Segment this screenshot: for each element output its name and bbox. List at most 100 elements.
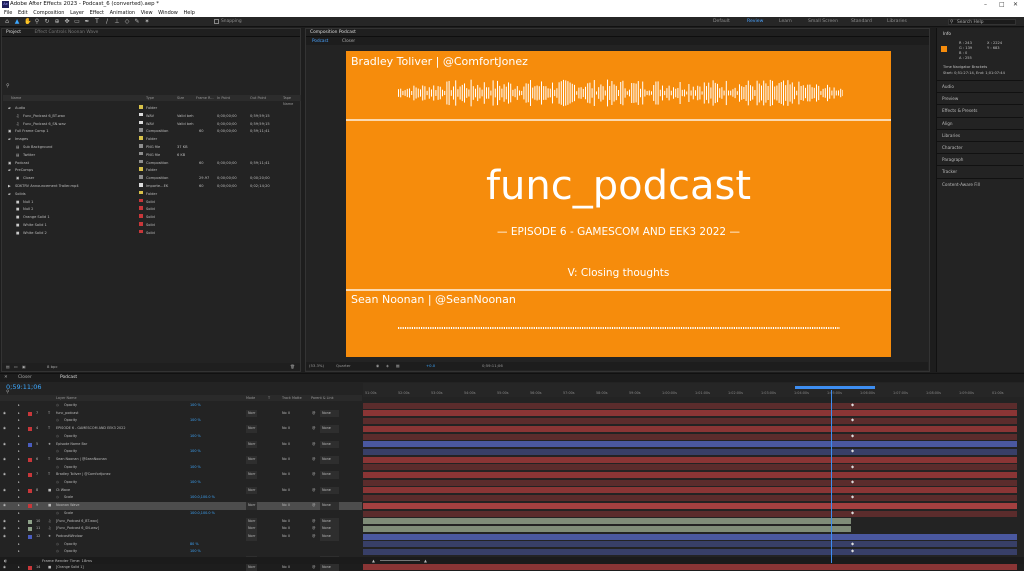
layer-row[interactable]: ◉▸9■Noonan WaveNorrNo II@None [0,502,362,510]
delete-icon[interactable]: 🗑 [290,363,295,371]
layer-label-color[interactable] [28,489,32,493]
layer-name[interactable]: PodcastWindow [56,533,83,541]
visibility-eye-icon[interactable]: ◉ [3,441,6,449]
twirl-arrow-icon[interactable]: ▸ [18,433,20,441]
twirl-arrow-icon[interactable]: ▸ [18,441,20,449]
timeline-track[interactable] [363,564,1017,571]
layer-row[interactable]: ▸◷Opacity100 % [0,479,362,487]
label-color-swatch[interactable] [139,105,143,109]
layer-duration-bar[interactable] [363,426,1017,432]
workspace-libraries[interactable]: Libraries [887,17,907,27]
layer-row[interactable]: ▸◷Opacity100 % [0,417,362,425]
blend-mode-dropdown[interactable]: Norr [246,487,257,495]
visibility-eye-icon[interactable]: ◉ [3,502,6,510]
menu-effect[interactable]: Effect [90,10,104,16]
visibility-eye-icon[interactable]: ◉ [3,525,6,533]
rectangle-tool-icon[interactable]: ▭ [74,19,80,25]
right-panel-preview[interactable]: Preview [937,92,1023,104]
project-search-icon[interactable]: ⚲ [6,83,66,90]
keyframe-icon[interactable]: ◆ [851,510,854,515]
twirl-arrow-icon[interactable]: ▸ [18,402,20,410]
project-item[interactable]: ▰ImagesFolder [3,136,301,144]
layer-name[interactable]: Sean Noonan | @SeanNoonan [56,456,107,464]
property-value[interactable]: 100 % [190,433,201,441]
close-tab-icon[interactable]: ✕ [4,374,8,382]
pickwhip-icon[interactable]: @ [312,487,315,495]
layer-row[interactable]: ▸◷Opacity100 % [0,402,362,410]
new-folder-icon[interactable]: ▭ [14,363,18,371]
timeline-track[interactable]: ◆ [363,417,1017,425]
col-name[interactable]: Name [11,95,21,101]
pickwhip-icon[interactable]: @ [312,502,315,510]
twirl-arrow-icon[interactable]: ▸ [18,425,20,433]
project-item[interactable]: ■Null 2Solid [3,206,301,214]
layer-row[interactable]: ▸◷Opacity100 % [0,464,362,472]
layer-duration-bar[interactable] [363,503,1017,509]
layer-row[interactable]: ◉▸5★Episode Name BarNorrNo II@None [0,441,362,449]
stopwatch-icon[interactable]: ◷ [56,464,59,472]
project-item[interactable]: ■White Solid 2Solid [3,230,301,238]
menu-composition[interactable]: Composition [33,10,64,16]
selection-tool-icon[interactable]: ▲ [14,19,20,25]
layer-row[interactable]: ◉▸4TEPISODE 6 - GAMESCOM AND EEK3 2022No… [0,425,362,433]
eraser-tool-icon[interactable]: ◇ [124,19,130,25]
camera-tool-icon[interactable]: ⊕ [54,19,60,25]
snapping-checkbox[interactable] [214,19,219,24]
layer-label-color[interactable] [28,535,32,539]
layer-name[interactable]: Episode Name Bar [56,441,87,449]
menu-window[interactable]: Window [158,10,178,16]
layer-duration-bar[interactable] [363,472,1017,478]
stopwatch-icon[interactable]: ◷ [56,417,59,425]
visibility-eye-icon[interactable]: ◉ [3,518,6,526]
blend-mode-dropdown[interactable]: Norr [246,518,257,526]
clone-stamp-tool-icon[interactable]: ⊥ [114,19,120,25]
track-matte-dropdown[interactable]: No II [282,441,290,449]
new-comp-icon[interactable]: ▣ [22,363,26,371]
blend-mode-dropdown[interactable]: Norr [246,425,257,433]
col-track-matte[interactable]: Track Matte [282,395,302,401]
brush-tool-icon[interactable]: / [104,19,110,25]
label-color-swatch[interactable] [139,222,143,226]
project-item[interactable]: ■Null 1Solid [3,199,301,207]
pen-tool-icon[interactable]: ✒ [84,19,90,25]
track-matte-dropdown[interactable]: No II [282,525,290,533]
timeline-track[interactable]: ◆ [363,479,1017,487]
menu-edit[interactable]: Edit [18,10,28,16]
bpc-label[interactable]: 8 bpc [47,363,58,371]
layer-name[interactable]: [Func_Podcast 6_BT.wav] [56,518,98,526]
track-matte-dropdown[interactable]: No II [282,471,290,479]
rotate-tool-icon[interactable]: ↻ [44,19,50,25]
stopwatch-icon[interactable]: ◷ [56,402,59,410]
keyframe-icon[interactable]: ◆ [851,402,854,407]
keyframe-icon[interactable]: ◆ [851,548,854,553]
hand-tool-icon[interactable]: ✋ [24,19,30,25]
keyframe-icon[interactable]: ◆ [851,417,854,422]
stopwatch-icon[interactable]: ◷ [56,479,59,487]
blend-mode-dropdown[interactable]: Norr [246,533,257,541]
timeline-timecode[interactable]: 0;59:11;06 [6,383,42,391]
workspace-small-screen[interactable]: Small Screen [808,17,838,27]
layer-duration-bar[interactable] [363,464,1017,470]
layer-label-color[interactable] [28,473,32,477]
layer-label-color[interactable] [28,527,32,531]
resolution-dropdown[interactable]: Quarter [336,362,351,370]
pickwhip-icon[interactable]: @ [312,456,315,464]
timeline-track[interactable] [363,533,1017,541]
tab-effect-controls[interactable]: Effect Controls Noonan Wave [34,30,98,35]
project-item[interactable]: ▤TwitterPNG file6 KB [3,152,301,160]
track-matte-dropdown[interactable]: No II [282,487,290,495]
pan-behind-tool-icon[interactable]: ✥ [64,19,70,25]
type-tool-icon[interactable]: T [94,19,100,25]
layer-row[interactable]: ▸◷Opacity80 % [0,541,362,549]
layer-row[interactable]: ▸◷Scale100.0,100.0 % [0,510,362,518]
timeline-track[interactable]: ◆ [363,510,1017,518]
layer-name[interactable]: [Orange Solid 1] [56,564,84,571]
timeline-track[interactable]: ◆ [363,402,1017,410]
parent-dropdown[interactable]: None [320,410,339,418]
keyframe-icon[interactable]: ◆ [851,541,854,546]
interpret-footage-icon[interactable]: ▤ [6,363,10,371]
comp-tab-podcast[interactable]: Podcast [312,37,328,45]
timeline-track[interactable]: ◆ [363,494,1017,502]
pickwhip-icon[interactable]: @ [312,441,315,449]
layer-duration-bar[interactable] [363,495,1017,501]
